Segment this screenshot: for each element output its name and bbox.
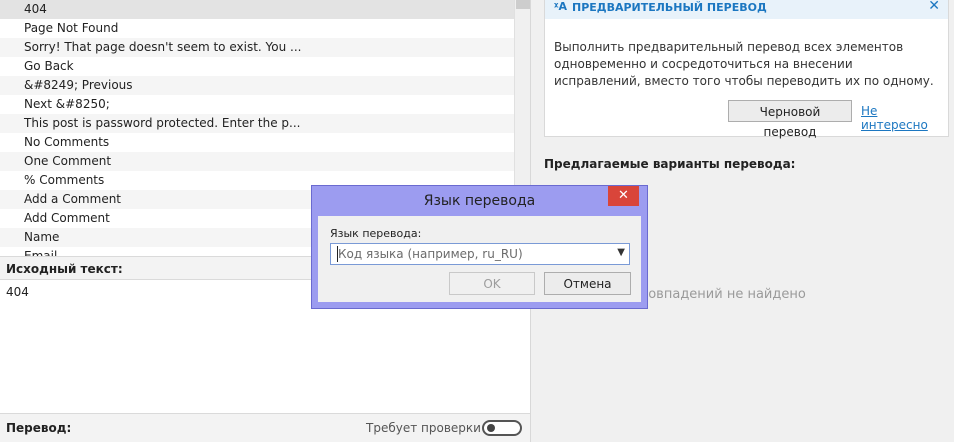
- dialog-title: Язык перевода: [423, 193, 536, 209]
- translation-label: Перевод:: [6, 421, 72, 435]
- list-item[interactable]: &#8249; Previous: [0, 76, 514, 95]
- list-item[interactable]: Sorry! That page doesn't seem to exist. …: [0, 38, 514, 57]
- dialog-body: Язык перевода: ▼ OK Отмена: [318, 216, 641, 302]
- close-icon[interactable]: ✕: [928, 0, 940, 14]
- language-field-label: Язык перевода:: [330, 227, 422, 240]
- toggle-knob: [487, 424, 495, 432]
- not-interested-link[interactable]: Не интересно: [861, 104, 948, 132]
- list-item[interactable]: Page Not Found: [0, 19, 514, 38]
- pretranslate-header: ᵡA ПРЕДВАРИТЕЛЬНЫЙ ПЕРЕВОД ✕: [545, 0, 948, 19]
- draft-translation-button[interactable]: Черновой перевод: [728, 100, 852, 139]
- list-item[interactable]: This post is password protected. Enter t…: [0, 114, 514, 133]
- list-item[interactable]: Next &#8250;: [0, 95, 514, 114]
- suggestions-title: Предлагаемые варианты перевода:: [544, 157, 796, 171]
- list-item[interactable]: One Comment: [0, 152, 514, 171]
- pretranslate-card: ᵡA ПРЕДВАРИТЕЛЬНЫЙ ПЕРЕВОД ✕ Выполнить п…: [544, 0, 949, 139]
- list-item[interactable]: No Comments: [0, 133, 514, 152]
- list-item[interactable]: Go Back: [0, 57, 514, 76]
- cancel-button[interactable]: Отмена: [544, 272, 631, 295]
- language-combobox[interactable]: ▼: [330, 243, 630, 265]
- translation-bar: Перевод: Требует проверки: [0, 413, 530, 442]
- ok-button[interactable]: OK: [449, 272, 535, 295]
- translation-language-dialog: Язык перевода ✕ Язык перевода: ▼ OK Отме…: [311, 185, 648, 309]
- needs-review-toggle[interactable]: [482, 420, 522, 436]
- pretranslate-description: Выполнить предварительный перевод всех э…: [554, 40, 934, 88]
- needs-review-label: Требует проверки: [366, 421, 481, 435]
- pretranslate-title: ПРЕДВАРИТЕЛЬНЫЙ ПЕРЕВОД: [572, 1, 767, 14]
- scrollbar-thumb[interactable]: [516, 0, 530, 9]
- dialog-close-button[interactable]: ✕: [608, 186, 639, 206]
- chevron-down-icon[interactable]: ▼: [617, 247, 625, 258]
- translate-icon: ᵡA: [554, 0, 567, 13]
- language-code-input[interactable]: [337, 246, 608, 262]
- list-item[interactable]: 404: [0, 0, 514, 19]
- source-text: 404: [6, 285, 29, 299]
